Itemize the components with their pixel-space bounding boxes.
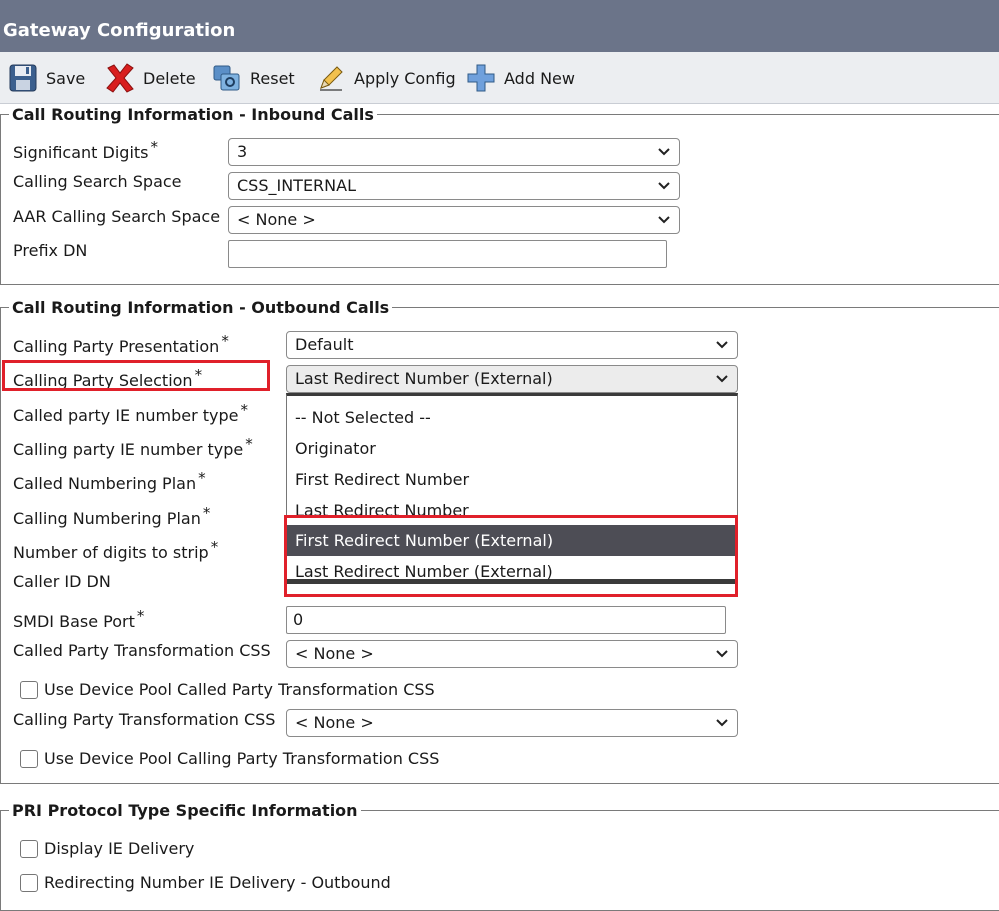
- chevron-down-icon: [716, 375, 728, 383]
- toolbar: Save Delete Reset Apply Config Add New: [0, 52, 999, 104]
- pri-legend: PRI Protocol Type Specific Information: [12, 801, 358, 820]
- digits-strip-label: Number of digits to strip *: [13, 538, 219, 562]
- called-plan-label: Called Numbering Plan *: [13, 469, 206, 493]
- redirecting-ie-checkbox[interactable]: [20, 873, 38, 892]
- plus-icon: [464, 62, 498, 94]
- selection-label: Calling Party Selection *: [13, 366, 203, 390]
- chevron-down-icon: [658, 216, 670, 224]
- calling-plan-label: Calling Numbering Plan *: [13, 504, 211, 528]
- red-x-icon: [103, 62, 137, 94]
- called-xform-css-value: < None >: [295, 644, 374, 663]
- reset-device-icon: [210, 62, 244, 94]
- called-xform-css-select[interactable]: < None >: [286, 640, 738, 668]
- dropdown-option[interactable]: Last Redirect Number: [287, 495, 737, 526]
- css-label: Calling Search Space: [13, 172, 182, 191]
- pencil-icon: [314, 62, 348, 94]
- save-button[interactable]: Save: [6, 62, 85, 94]
- add-new-label: Add New: [504, 68, 575, 88]
- selection-dropdown-list[interactable]: -- Not Selected -- Originator First Redi…: [286, 393, 738, 584]
- css-value: CSS_INTERNAL: [237, 176, 356, 195]
- delete-label: Delete: [143, 68, 196, 88]
- presentation-value: Default: [295, 335, 354, 354]
- use-dp-called-row[interactable]: Use Device Pool Called Party Transformat…: [20, 680, 435, 699]
- dropdown-option[interactable]: First Redirect Number: [287, 464, 737, 495]
- dropdown-option[interactable]: -- Not Selected --: [287, 402, 737, 433]
- display-ie-checkbox[interactable]: [20, 839, 38, 858]
- chevron-down-icon: [658, 182, 670, 190]
- selection-select[interactable]: Last Redirect Number (External): [286, 365, 738, 393]
- caller-id-dn-label: Caller ID DN: [13, 572, 111, 591]
- calling-xform-css-label: Calling Party Transformation CSS: [13, 710, 276, 729]
- calling-xform-css-select[interactable]: < None >: [286, 709, 738, 737]
- called-xform-css-label: Called Party Transformation CSS: [13, 641, 271, 660]
- css-select[interactable]: CSS_INTERNAL: [228, 172, 680, 200]
- display-ie-row[interactable]: Display IE Delivery: [20, 839, 194, 858]
- chevron-down-icon: [658, 148, 670, 156]
- calling-ie-label: Calling party IE number type *: [13, 435, 253, 459]
- chevron-down-icon: [716, 341, 728, 349]
- floppy-disk-icon: [6, 62, 40, 94]
- dropdown-option[interactable]: Originator: [287, 433, 737, 464]
- prefix-dn-label: Prefix DN: [13, 241, 88, 260]
- smdi-port-input[interactable]: 0: [286, 606, 726, 634]
- window-title: Gateway Configuration: [0, 0, 999, 52]
- aar-css-value: < None >: [237, 210, 316, 229]
- significant-digits-label: Significant Digits *: [13, 138, 158, 162]
- save-label: Save: [46, 68, 86, 88]
- significant-digits-select[interactable]: 3: [228, 138, 680, 166]
- add-new-button[interactable]: Add New: [464, 62, 575, 94]
- called-ie-label: Called party IE number type *: [13, 401, 249, 425]
- calling-xform-css-value: < None >: [295, 713, 374, 732]
- aar-css-select[interactable]: < None >: [228, 206, 680, 234]
- dropdown-option[interactable]: Last Redirect Number (External): [287, 556, 737, 587]
- display-ie-label: Display IE Delivery: [44, 839, 195, 858]
- use-dp-calling-checkbox[interactable]: [20, 749, 38, 768]
- smdi-port-label: SMDI Base Port *: [13, 607, 145, 631]
- use-dp-called-checkbox[interactable]: [20, 680, 38, 699]
- outbound-legend: Call Routing Information - Outbound Call…: [12, 298, 390, 317]
- dropdown-option-highlighted[interactable]: First Redirect Number (External): [287, 525, 737, 556]
- redirecting-ie-label: Redirecting Number IE Delivery - Outboun…: [44, 873, 391, 892]
- prefix-dn-input[interactable]: [228, 240, 667, 268]
- apply-config-button[interactable]: Apply Config: [314, 62, 456, 94]
- reset-label: Reset: [250, 68, 295, 88]
- apply-config-label: Apply Config: [354, 68, 456, 88]
- use-dp-called-label: Use Device Pool Called Party Transformat…: [44, 680, 435, 699]
- aar-css-label: AAR Calling Search Space: [13, 207, 221, 226]
- significant-digits-value: 3: [237, 142, 248, 161]
- selection-value: Last Redirect Number (External): [295, 369, 553, 388]
- presentation-select[interactable]: Default: [286, 331, 738, 359]
- chevron-down-icon: [716, 650, 728, 658]
- inbound-legend: Call Routing Information - Inbound Calls: [12, 105, 374, 124]
- use-dp-calling-row[interactable]: Use Device Pool Calling Party Transforma…: [20, 749, 439, 768]
- redirecting-ie-row[interactable]: Redirecting Number IE Delivery - Outboun…: [20, 873, 391, 892]
- chevron-down-icon: [716, 719, 728, 727]
- reset-button[interactable]: Reset: [210, 62, 295, 94]
- presentation-label: Calling Party Presentation *: [13, 332, 229, 356]
- use-dp-calling-label: Use Device Pool Calling Party Transforma…: [44, 749, 440, 768]
- delete-button[interactable]: Delete: [103, 62, 196, 94]
